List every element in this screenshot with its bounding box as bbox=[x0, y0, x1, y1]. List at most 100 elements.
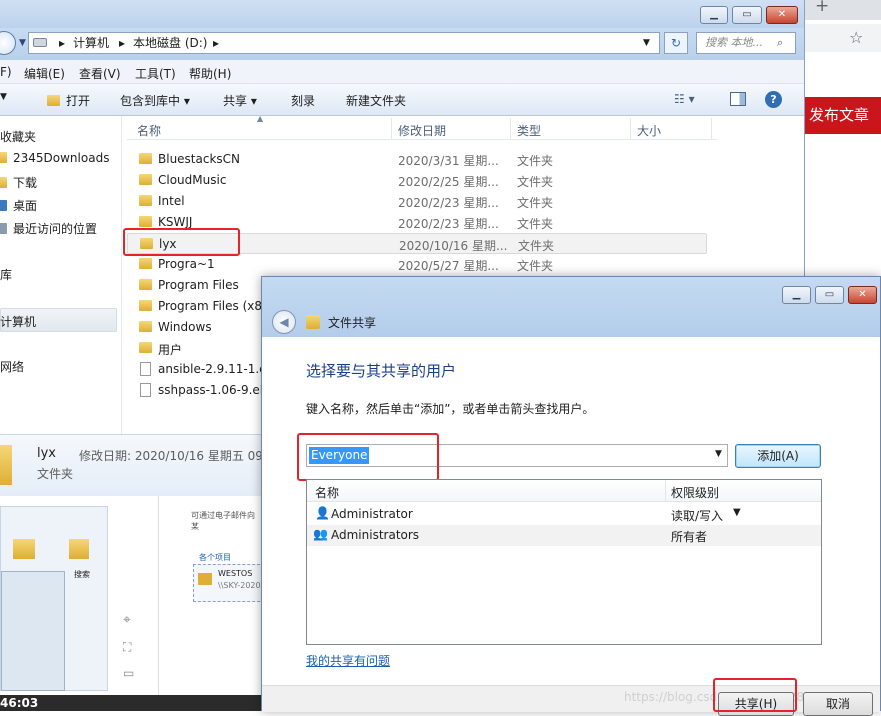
nav-label: 收藏夹 bbox=[0, 130, 37, 144]
nav-item-recent[interactable]: 最近访问的位置 bbox=[0, 220, 97, 237]
row-name: Administrators bbox=[331, 528, 420, 542]
row-permission[interactable]: 读取/写入 bbox=[671, 507, 723, 524]
preview-pane-icon[interactable] bbox=[730, 92, 746, 106]
bg-hint-text: 可通过电子邮件向某 bbox=[191, 511, 255, 531]
dialog-maximize-button[interactable]: ▭ bbox=[815, 286, 844, 304]
breadcrumb-drive[interactable]: 本地磁盘 (D:) bbox=[133, 33, 207, 53]
cancel-button[interactable]: 取消 bbox=[803, 692, 873, 716]
row-permission: 所有者 bbox=[671, 530, 708, 544]
organize-dropdown-icon[interactable]: ▼ bbox=[0, 92, 7, 102]
highlight-box-input bbox=[297, 433, 439, 481]
file-name: BluestacksCN bbox=[158, 152, 241, 166]
nav-label: 桌面 bbox=[13, 199, 38, 213]
file-name: Intel bbox=[158, 194, 185, 208]
refresh-icon[interactable]: ↻ bbox=[664, 32, 688, 54]
search-icon[interactable]: ⌕ bbox=[777, 33, 783, 53]
details-type: 文件夹 bbox=[37, 467, 74, 481]
publish-article-button[interactable]: 发布文章 bbox=[805, 97, 881, 134]
file-icon bbox=[140, 383, 151, 397]
back-icon[interactable] bbox=[0, 31, 16, 55]
nav-label: 2345Downloads bbox=[13, 151, 110, 165]
breadcrumb-computer[interactable]: 计算机 bbox=[73, 33, 109, 53]
history-dropdown-icon[interactable]: ▼ bbox=[19, 38, 26, 48]
share-menu-button[interactable]: 共享 ▾ bbox=[223, 92, 257, 109]
menu-help[interactable]: 帮助(H) bbox=[189, 65, 231, 82]
bg-mini-window bbox=[1, 571, 65, 691]
details-modified: 修改日期: 2020/10/16 星期五 09 bbox=[79, 449, 263, 463]
bookmark-star-icon[interactable]: ☆ bbox=[849, 28, 863, 47]
sharing-help-link[interactable]: 我的共享有问题 bbox=[306, 652, 390, 669]
minimize-button[interactable]: ▁ bbox=[700, 6, 728, 24]
browser-edge: + ☆ 发布文章 bbox=[805, 0, 881, 270]
bg-item-name: WESTOS bbox=[218, 569, 253, 578]
permission-dropdown-icon[interactable]: ▼ bbox=[733, 507, 741, 518]
nav-item-desktop[interactable]: 桌面 bbox=[0, 197, 37, 214]
dialog-back-icon[interactable]: ◀ bbox=[272, 310, 296, 334]
close-button[interactable]: ✕ bbox=[766, 6, 798, 24]
dialog-close-button[interactable]: ✕ bbox=[848, 286, 877, 304]
include-library-button[interactable]: 包含到库中 ▾ bbox=[120, 92, 190, 109]
open-label: 打开 bbox=[66, 94, 91, 108]
table-row[interactable]: 👥 Administrators 所有者 bbox=[307, 525, 821, 546]
help-icon[interactable]: ? bbox=[765, 91, 782, 108]
header-name[interactable]: 名称 bbox=[315, 484, 339, 501]
search-placeholder: 搜索 本地... bbox=[705, 36, 763, 49]
file-row[interactable]: Intel 2020/2/23 星期... 文件夹 bbox=[127, 191, 707, 212]
col-name[interactable]: 名称 bbox=[137, 122, 161, 139]
bg-folder-icon bbox=[69, 539, 89, 559]
file-row[interactable]: Progra~1 2020/5/27 星期... 文件夹 bbox=[127, 254, 707, 275]
file-type: 文件夹 bbox=[518, 239, 555, 253]
dialog-minimize-button[interactable]: ▁ bbox=[782, 286, 811, 304]
share-label: 共享 bbox=[223, 94, 248, 108]
file-row[interactable]: CloudMusic 2020/2/25 星期... 文件夹 bbox=[127, 170, 707, 191]
nav-item-2345downloads[interactable]: 2345Downloads bbox=[0, 151, 109, 165]
folder-icon bbox=[139, 258, 152, 269]
col-size[interactable]: 大小 bbox=[637, 122, 661, 139]
nav-network[interactable]: 网络 bbox=[0, 358, 24, 375]
dialog-heading: 选择要与其共享的用户 bbox=[306, 362, 457, 380]
col-type[interactable]: 类型 bbox=[517, 122, 541, 139]
combobox-dropdown-icon[interactable]: ▼ bbox=[715, 449, 722, 459]
sort-arrow-icon: ▲ bbox=[257, 114, 264, 123]
menu-edit[interactable]: 编辑(E) bbox=[24, 65, 65, 82]
details-folder-icon bbox=[0, 445, 12, 485]
header-permission[interactable]: 权限级别 bbox=[671, 484, 719, 501]
search-input[interactable]: 搜索 本地... ⌕ bbox=[696, 32, 796, 54]
burn-button[interactable]: 刻录 bbox=[291, 92, 315, 109]
file-row[interactable]: BluestacksCN 2020/3/31 星期... 文件夹 bbox=[127, 149, 707, 170]
table-row[interactable]: 👤 Administrator 读取/写入 ▼ bbox=[307, 504, 821, 525]
nav-favorites[interactable]: 收藏夹 bbox=[0, 128, 36, 145]
explorer-titlebar: ▁ ▭ ✕ bbox=[0, 0, 804, 28]
file-name: ansible-2.9.11-1.e bbox=[158, 362, 267, 376]
new-tab-button[interactable]: + bbox=[815, 0, 829, 16]
folder-icon bbox=[139, 321, 152, 332]
file-date: 2020/10/16 星期... bbox=[399, 239, 508, 253]
menu-tools[interactable]: 工具(T) bbox=[135, 65, 176, 82]
maximize-button[interactable]: ▭ bbox=[732, 6, 762, 24]
add-button[interactable]: 添加(A) bbox=[735, 444, 821, 468]
nav-item-downloads[interactable]: 下载 bbox=[0, 174, 37, 191]
nav-libraries[interactable]: 库 bbox=[0, 266, 12, 283]
view-options-icon[interactable]: ☷ ▾ bbox=[674, 92, 695, 106]
bg-window-left: 搜索 bbox=[0, 506, 108, 691]
file-type: 文件夹 bbox=[517, 217, 554, 231]
download-icon bbox=[0, 177, 7, 188]
address-field[interactable]: ▸ 计算机 ▸ 本地磁盘 (D:) ▸ ▼ bbox=[28, 32, 660, 54]
browser-omnibox bbox=[805, 24, 881, 52]
folder-icon bbox=[139, 342, 152, 353]
nav-label: 库 bbox=[0, 268, 13, 282]
new-folder-button[interactable]: 新建文件夹 bbox=[346, 92, 406, 109]
file-name: Windows bbox=[158, 320, 212, 334]
nav-computer[interactable]: 计算机 bbox=[0, 313, 36, 330]
nav-label: 下载 bbox=[13, 176, 38, 190]
col-date[interactable]: 修改日期 bbox=[398, 122, 446, 139]
open-button[interactable]: 打开 bbox=[47, 92, 90, 109]
menu-view[interactable]: 查看(V) bbox=[79, 65, 121, 82]
nav-label: 计算机 bbox=[0, 315, 37, 329]
address-dropdown-icon[interactable]: ▼ bbox=[643, 33, 650, 53]
file-date: 2020/2/25 星期... bbox=[398, 175, 499, 189]
menu-file[interactable]: F) bbox=[0, 65, 12, 79]
bg-item-path: \\SKY-2020 bbox=[218, 581, 261, 590]
bg-move-icon: ⛶ bbox=[123, 640, 132, 654]
file-name: Progra~1 bbox=[158, 257, 215, 271]
